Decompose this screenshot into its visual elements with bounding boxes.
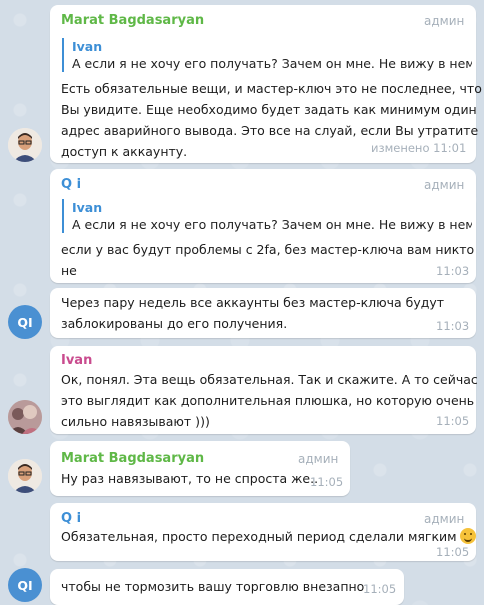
message-time: 11:05 — [436, 545, 470, 559]
avatar-photo-icon — [8, 459, 42, 493]
message-text: Ок, понял. Эта вещь обязательная. Так и … — [61, 372, 478, 429]
avatar-photo-icon — [8, 128, 42, 162]
admin-badge: админ — [424, 178, 465, 192]
message-text: чтобы не тормозить вашу торговлю внезапн… — [61, 579, 365, 594]
reply-text: А если я не хочу его получать? Зачем он … — [72, 56, 472, 71]
sender-name[interactable]: Ivan — [61, 353, 92, 368]
avatar-photo-icon — [8, 400, 42, 434]
sender-name[interactable]: Q i — [61, 511, 81, 526]
message-time: 11:05 — [363, 582, 397, 596]
message-time: 11:03 — [436, 319, 470, 333]
sender-name[interactable]: Q i — [61, 177, 81, 192]
avatar-marat[interactable] — [8, 459, 42, 493]
admin-badge: админ — [298, 452, 339, 466]
message-time: 11:05 — [310, 475, 344, 489]
avatar-qi[interactable]: QI — [8, 568, 42, 602]
reply-quote[interactable]: Ivan А если я не хочу его получать? Заче… — [62, 199, 472, 233]
reply-sender: Ivan — [72, 39, 103, 54]
message-text: Через пару недель все аккаунты без масте… — [61, 295, 445, 331]
admin-badge: админ — [424, 14, 465, 28]
sender-name[interactable]: Marat Bagdasaryan — [61, 451, 204, 466]
admin-badge: админ — [424, 512, 465, 526]
sender-name[interactable]: Marat Bagdasaryan — [61, 13, 204, 28]
smile-emoji-icon — [459, 528, 476, 544]
reply-text: А если я не хочу его получать? Зачем он … — [72, 217, 472, 232]
reply-sender: Ivan — [72, 200, 103, 215]
avatar-ivan[interactable] — [8, 400, 42, 434]
message-text: Ну раз навязывают, то не спроста же.. — [61, 471, 319, 486]
message-text: Обязательная, просто переходный период с… — [61, 526, 476, 547]
message-time: 11:03 — [436, 264, 470, 278]
message-time: изменено 11:01 — [371, 141, 467, 155]
message-time: 11:05 — [436, 414, 470, 428]
avatar-qi[interactable]: QI — [8, 305, 42, 339]
reply-quote[interactable]: Ivan А если я не хочу его получать? Заче… — [62, 38, 472, 72]
avatar-marat[interactable] — [8, 128, 42, 162]
